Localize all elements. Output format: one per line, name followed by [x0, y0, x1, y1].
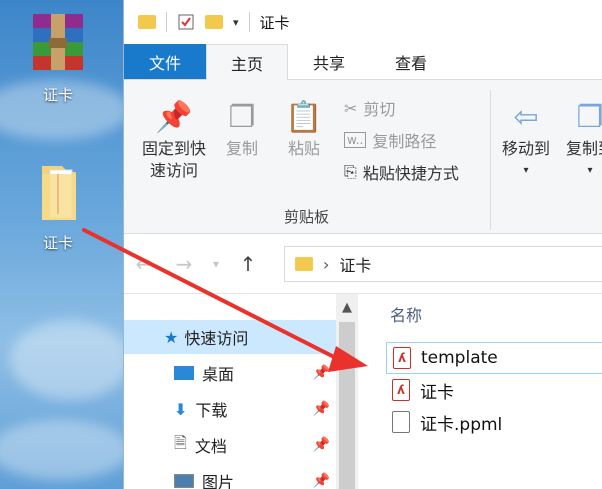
annotation-arrow	[82, 228, 368, 372]
